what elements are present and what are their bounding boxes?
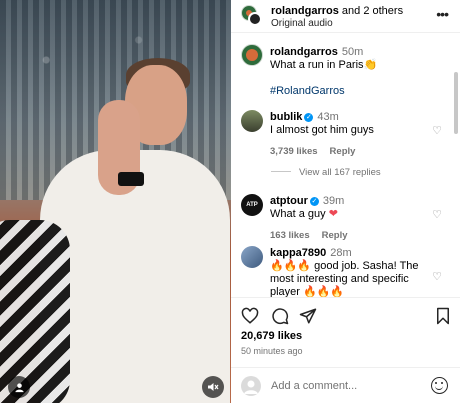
muted-speaker-icon[interactable] (202, 376, 224, 398)
comment-text: What a guy (270, 208, 326, 220)
heart-icon[interactable]: ♡ (432, 208, 442, 221)
verified-badge-icon: ✓ (309, 197, 319, 206)
reply-button[interactable]: Reply (330, 146, 356, 157)
comment-avatar[interactable] (241, 110, 263, 132)
racket-bag (0, 220, 70, 403)
caption-time: 50m (341, 46, 364, 58)
bookmark-icon[interactable] (434, 307, 452, 325)
user-icon[interactable] (8, 376, 30, 398)
author-username[interactable]: rolandgarros (271, 5, 339, 17)
add-comment-input[interactable]: Add a comment... (271, 380, 357, 392)
comments-scrollbar[interactable] (454, 72, 458, 134)
post-like-count[interactable]: 20,679 likes (241, 330, 302, 342)
post-timestamp: 50 minutes ago (241, 346, 303, 356)
share-send-icon[interactable] (299, 307, 317, 325)
coauthors-text[interactable]: and 2 others (342, 5, 403, 17)
red-heart-emoji: ❤ (328, 208, 338, 220)
coauthor-avatar[interactable] (248, 12, 262, 26)
caption-text: What a run in Paris👏 (270, 59, 378, 71)
comments-list[interactable]: rolandgarros 50m What a run in Paris👏 #Ro… (231, 34, 460, 297)
emoji-icon[interactable] (431, 377, 448, 394)
atp-logo-text: ATP (246, 202, 258, 208)
comment-username[interactable]: kappa7890 (270, 247, 326, 259)
comment-text: I almost got him guys (270, 124, 374, 136)
caption-avatar[interactable] (241, 44, 263, 66)
heart-icon[interactable]: ♡ (432, 270, 442, 283)
heart-icon[interactable]: ♡ (432, 124, 442, 137)
comment-username[interactable]: bublik (270, 111, 302, 123)
reply-button[interactable]: Reply (322, 230, 348, 241)
comment-time: 39m (322, 195, 345, 207)
comment-likes[interactable]: 3,739 likes (270, 146, 318, 157)
post-header: rolandgarros and 2 others Original audio… (231, 0, 460, 33)
audio-label[interactable]: Original audio (271, 18, 333, 29)
caption-username[interactable]: rolandgarros (270, 46, 338, 58)
post-authors[interactable]: rolandgarros and 2 others (271, 5, 403, 17)
more-icon[interactable]: ••• (436, 6, 449, 22)
verified-badge-icon: ✓ (304, 113, 314, 122)
view-replies-button[interactable]: View all 167 replies (271, 167, 381, 178)
post-actions: 20,679 likes 50 minutes ago (231, 297, 460, 367)
comment-time: 28m (330, 247, 352, 259)
comment-username[interactable]: atptour (270, 195, 308, 207)
comment-avatar[interactable]: ATP (241, 194, 263, 216)
comment-likes[interactable]: 163 likes (270, 230, 310, 241)
comment-bubble-icon[interactable] (271, 307, 289, 325)
add-comment-bar: Add a comment... (231, 367, 460, 403)
comment-text: 🔥🔥🔥 good job. Sasha! The most interestin… (270, 260, 419, 297)
post-details-panel: rolandgarros and 2 others Original audio… (231, 0, 460, 403)
current-user-avatar (241, 376, 261, 396)
post-media-video[interactable] (0, 0, 231, 403)
comment-time: 43m (317, 111, 339, 123)
comment-avatar[interactable] (241, 246, 263, 268)
like-heart-icon[interactable] (241, 307, 259, 325)
hashtag-link[interactable]: #RolandGarros (270, 85, 345, 97)
player-watch (118, 172, 144, 186)
